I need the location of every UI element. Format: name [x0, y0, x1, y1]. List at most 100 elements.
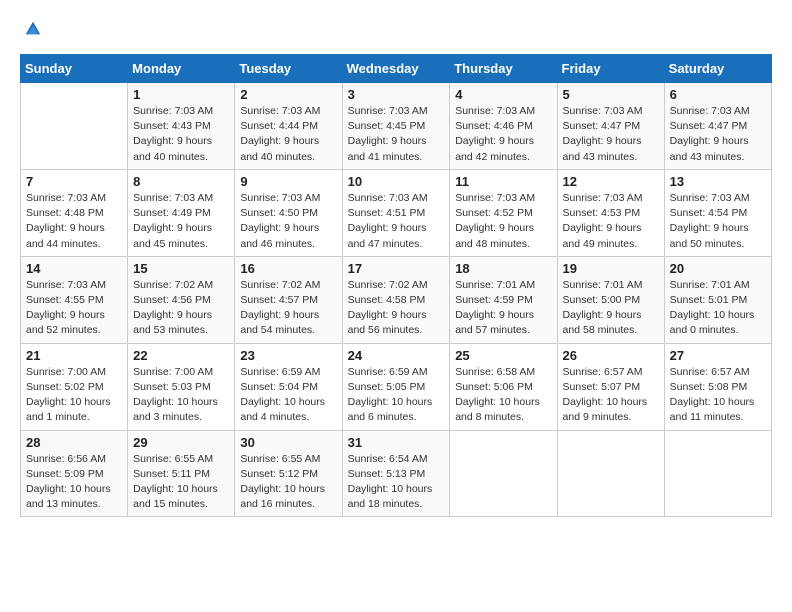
day-number: 24 [348, 348, 445, 363]
day-number: 12 [563, 174, 659, 189]
day-number: 1 [133, 87, 229, 102]
day-number: 26 [563, 348, 659, 363]
day-info: Sunrise: 7:01 AM Sunset: 5:01 PM Dayligh… [670, 278, 766, 339]
day-number: 2 [240, 87, 336, 102]
day-number: 20 [670, 261, 766, 276]
calendar-table: SundayMondayTuesdayWednesdayThursdayFrid… [20, 54, 772, 517]
calendar-cell [450, 430, 557, 517]
calendar-cell [664, 430, 771, 517]
day-number: 3 [348, 87, 445, 102]
calendar-cell: 10 Sunrise: 7:03 AM Sunset: 4:51 PM Dayli… [342, 169, 450, 256]
calendar-cell: 9 Sunrise: 7:03 AM Sunset: 4:50 PM Daylig… [235, 169, 342, 256]
calendar-cell: 25Sunrise: 6:58 AM Sunset: 5:06 PM Dayli… [450, 343, 557, 430]
calendar-cell: 28 Sunrise: 6:56 AM Sunset: 5:09 PM Dayli… [21, 430, 128, 517]
day-number: 11 [455, 174, 551, 189]
calendar-cell: 6 Sunrise: 7:03 AM Sunset: 4:47 PM Daylig… [664, 83, 771, 170]
weekday-header-row: SundayMondayTuesdayWednesdayThursdayFrid… [21, 55, 772, 83]
day-info: Sunrise: 7:03 AM Sunset: 4:52 PM Dayligh… [455, 191, 551, 252]
day-number: 16 [240, 261, 336, 276]
day-info: Sunrise: 6:59 AM Sunset: 5:04 PM Dayligh… [240, 365, 336, 426]
weekday-header: Thursday [450, 55, 557, 83]
weekday-header: Monday [128, 55, 235, 83]
day-info: Sunrise: 7:01 AM Sunset: 5:00 PM Dayligh… [563, 278, 659, 339]
page-header [20, 20, 772, 38]
day-info: Sunrise: 6:57 AM Sunset: 5:07 PM Dayligh… [563, 365, 659, 426]
calendar-cell: 1 Sunrise: 7:03 AM Sunset: 4:43 PM Daylig… [128, 83, 235, 170]
calendar-cell: 30 Sunrise: 6:55 AM Sunset: 5:12 PM Dayli… [235, 430, 342, 517]
weekday-header: Wednesday [342, 55, 450, 83]
calendar-cell: 8 Sunrise: 7:03 AM Sunset: 4:49 PM Daylig… [128, 169, 235, 256]
day-info: Sunrise: 6:55 AM Sunset: 5:11 PM Dayligh… [133, 452, 229, 513]
day-info: Sunrise: 6:57 AM Sunset: 5:08 PM Dayligh… [670, 365, 766, 426]
day-info: Sunrise: 7:03 AM Sunset: 4:49 PM Dayligh… [133, 191, 229, 252]
day-info: Sunrise: 7:03 AM Sunset: 4:55 PM Dayligh… [26, 278, 122, 339]
day-number: 23 [240, 348, 336, 363]
calendar-cell: 18 Sunrise: 7:01 AM Sunset: 4:59 PM Dayli… [450, 256, 557, 343]
calendar-cell: 24 Sunrise: 6:59 AM Sunset: 5:05 PM Dayli… [342, 343, 450, 430]
calendar-week-row: 21Sunrise: 7:00 AM Sunset: 5:02 PM Dayli… [21, 343, 772, 430]
calendar-cell: 7Sunrise: 7:03 AM Sunset: 4:48 PM Daylig… [21, 169, 128, 256]
day-number: 15 [133, 261, 229, 276]
calendar-cell: 27 Sunrise: 6:57 AM Sunset: 5:08 PM Dayli… [664, 343, 771, 430]
calendar-cell [21, 83, 128, 170]
calendar-week-row: 1 Sunrise: 7:03 AM Sunset: 4:43 PM Daylig… [21, 83, 772, 170]
day-info: Sunrise: 6:55 AM Sunset: 5:12 PM Dayligh… [240, 452, 336, 513]
day-number: 8 [133, 174, 229, 189]
logo-icon [24, 20, 42, 38]
day-number: 13 [670, 174, 766, 189]
calendar-week-row: 7Sunrise: 7:03 AM Sunset: 4:48 PM Daylig… [21, 169, 772, 256]
day-info: Sunrise: 7:03 AM Sunset: 4:47 PM Dayligh… [670, 104, 766, 165]
calendar-cell [557, 430, 664, 517]
calendar-week-row: 14 Sunrise: 7:03 AM Sunset: 4:55 PM Dayli… [21, 256, 772, 343]
day-number: 9 [240, 174, 336, 189]
calendar-cell: 15 Sunrise: 7:02 AM Sunset: 4:56 PM Dayli… [128, 256, 235, 343]
day-info: Sunrise: 7:00 AM Sunset: 5:03 PM Dayligh… [133, 365, 229, 426]
day-number: 18 [455, 261, 551, 276]
day-info: Sunrise: 6:56 AM Sunset: 5:09 PM Dayligh… [26, 452, 122, 513]
day-info: Sunrise: 7:01 AM Sunset: 4:59 PM Dayligh… [455, 278, 551, 339]
day-number: 30 [240, 435, 336, 450]
calendar-cell: 26 Sunrise: 6:57 AM Sunset: 5:07 PM Dayli… [557, 343, 664, 430]
weekday-header: Tuesday [235, 55, 342, 83]
day-number: 10 [348, 174, 445, 189]
day-info: Sunrise: 7:02 AM Sunset: 4:57 PM Dayligh… [240, 278, 336, 339]
calendar-cell: 16 Sunrise: 7:02 AM Sunset: 4:57 PM Dayli… [235, 256, 342, 343]
day-info: Sunrise: 7:03 AM Sunset: 4:43 PM Dayligh… [133, 104, 229, 165]
day-number: 27 [670, 348, 766, 363]
day-number: 29 [133, 435, 229, 450]
day-number: 19 [563, 261, 659, 276]
calendar-cell: 31Sunrise: 6:54 AM Sunset: 5:13 PM Dayli… [342, 430, 450, 517]
day-number: 31 [348, 435, 445, 450]
day-info: Sunrise: 7:03 AM Sunset: 4:46 PM Dayligh… [455, 104, 551, 165]
calendar-cell: 22 Sunrise: 7:00 AM Sunset: 5:03 PM Dayli… [128, 343, 235, 430]
calendar-cell: 21Sunrise: 7:00 AM Sunset: 5:02 PM Dayli… [21, 343, 128, 430]
day-number: 28 [26, 435, 122, 450]
day-info: Sunrise: 7:03 AM Sunset: 4:51 PM Dayligh… [348, 191, 445, 252]
calendar-cell: 2 Sunrise: 7:03 AM Sunset: 4:44 PM Daylig… [235, 83, 342, 170]
day-number: 22 [133, 348, 229, 363]
calendar-cell: 11 Sunrise: 7:03 AM Sunset: 4:52 PM Dayli… [450, 169, 557, 256]
day-number: 21 [26, 348, 122, 363]
calendar-cell: 14 Sunrise: 7:03 AM Sunset: 4:55 PM Dayli… [21, 256, 128, 343]
day-number: 17 [348, 261, 445, 276]
day-number: 6 [670, 87, 766, 102]
day-info: Sunrise: 7:02 AM Sunset: 4:56 PM Dayligh… [133, 278, 229, 339]
weekday-header: Sunday [21, 55, 128, 83]
calendar-week-row: 28 Sunrise: 6:56 AM Sunset: 5:09 PM Dayli… [21, 430, 772, 517]
day-number: 14 [26, 261, 122, 276]
day-number: 4 [455, 87, 551, 102]
day-info: Sunrise: 7:03 AM Sunset: 4:45 PM Dayligh… [348, 104, 445, 165]
day-info: Sunrise: 6:59 AM Sunset: 5:05 PM Dayligh… [348, 365, 445, 426]
logo [20, 20, 42, 38]
day-info: Sunrise: 7:03 AM Sunset: 4:47 PM Dayligh… [563, 104, 659, 165]
day-info: Sunrise: 7:03 AM Sunset: 4:44 PM Dayligh… [240, 104, 336, 165]
weekday-header: Saturday [664, 55, 771, 83]
weekday-header: Friday [557, 55, 664, 83]
calendar-cell: 3 Sunrise: 7:03 AM Sunset: 4:45 PM Daylig… [342, 83, 450, 170]
calendar-cell: 13Sunrise: 7:03 AM Sunset: 4:54 PM Dayli… [664, 169, 771, 256]
day-info: Sunrise: 7:02 AM Sunset: 4:58 PM Dayligh… [348, 278, 445, 339]
calendar-cell: 12 Sunrise: 7:03 AM Sunset: 4:53 PM Dayli… [557, 169, 664, 256]
day-info: Sunrise: 7:03 AM Sunset: 4:53 PM Dayligh… [563, 191, 659, 252]
day-info: Sunrise: 7:03 AM Sunset: 4:50 PM Dayligh… [240, 191, 336, 252]
day-number: 7 [26, 174, 122, 189]
